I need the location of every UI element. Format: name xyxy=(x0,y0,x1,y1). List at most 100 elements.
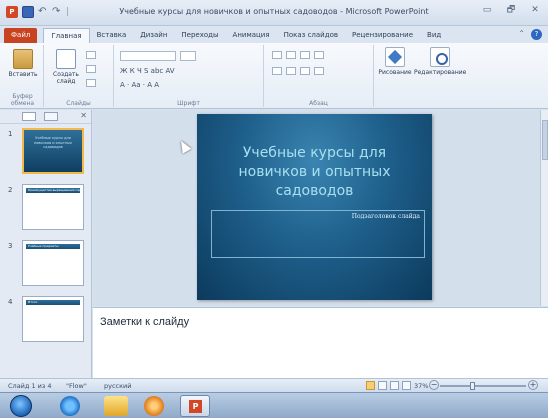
paste-button[interactable]: Вставить xyxy=(6,49,40,78)
font-size-buttons[interactable]: A · Aa · A A xyxy=(120,81,159,89)
theme-name: "Flow" xyxy=(66,382,87,390)
mouse-cursor-icon xyxy=(176,138,192,154)
columns-icon[interactable] xyxy=(314,51,324,59)
internet-explorer-icon[interactable] xyxy=(60,396,80,416)
slide-thumbnail-1[interactable]: Учебные курсы для новичков и опытных сад… xyxy=(22,128,84,174)
thumb-number: 2 xyxy=(8,186,13,194)
sorter-view-icon[interactable] xyxy=(378,381,387,390)
slide-counter: Слайд 1 из 4 xyxy=(8,382,52,390)
scrollbar-thumb[interactable] xyxy=(542,120,548,160)
powerpoint-taskbar-button[interactable]: P xyxy=(180,395,210,417)
new-slide-icon xyxy=(56,49,76,69)
tab-design[interactable]: Дизайн xyxy=(133,28,174,43)
status-bar: Слайд 1 из 4 "Flow" русский 37% − + xyxy=(0,378,548,392)
thumb-number: 4 xyxy=(8,298,13,306)
normal-view-icon[interactable] xyxy=(366,381,375,390)
justify-icon[interactable] xyxy=(314,67,324,75)
panel-close-icon[interactable]: ✕ xyxy=(80,111,87,120)
window-controls: ▭ 🗗 ✕ xyxy=(480,4,542,16)
zoom-in-button[interactable]: + xyxy=(528,380,538,390)
drawing-label: Рисование xyxy=(378,69,412,76)
zoom-slider[interactable] xyxy=(440,382,526,390)
thumb-title: Учебные предметы xyxy=(26,244,80,249)
subtitle-placeholder[interactable]: Подзаголовок слайда xyxy=(211,210,425,258)
start-button[interactable] xyxy=(10,395,32,417)
drawing-button[interactable]: Рисование xyxy=(376,47,414,76)
group-clipboard: Вставить Буфер обмена xyxy=(2,45,44,107)
tab-slideshow[interactable]: Показ слайдов xyxy=(277,28,345,43)
slideshow-view-icon[interactable] xyxy=(402,381,411,390)
maximize-button[interactable]: 🗗 xyxy=(504,4,518,16)
notes-placeholder[interactable]: Заметки к слайду xyxy=(100,316,189,328)
slides-tab-icon[interactable] xyxy=(22,112,36,121)
indent-icon[interactable] xyxy=(300,51,310,59)
vertical-scrollbar[interactable] xyxy=(540,110,548,306)
window-title: Учебные курсы для новичков и опытных сад… xyxy=(119,7,429,16)
help-icon[interactable]: ? xyxy=(531,29,542,40)
new-slide-button[interactable]: Создать слайд xyxy=(50,49,82,85)
zoom-slider-knob[interactable] xyxy=(470,382,475,390)
group-label-font: Шрифт xyxy=(177,100,200,107)
group-label-slides: Слайды xyxy=(66,100,91,107)
tab-view[interactable]: Вид xyxy=(420,28,448,43)
numbering-icon[interactable] xyxy=(286,51,296,59)
editing-label: Редактирование xyxy=(414,69,467,76)
slide-thumbnail-4[interactable]: Итоги xyxy=(22,296,84,342)
ribbon-tabs: Файл Главная Вставка Дизайн Переходы Ани… xyxy=(0,26,548,43)
group-label-clipboard: Буфер обмена xyxy=(10,93,35,107)
reset-icon[interactable] xyxy=(86,65,96,73)
font-size-select[interactable] xyxy=(180,51,196,61)
group-slides: Создать слайд Слайды xyxy=(44,45,114,107)
list-buttons xyxy=(272,51,324,59)
section-icon[interactable] xyxy=(86,79,96,87)
powerpoint-icon: P xyxy=(189,400,202,413)
align-left-icon[interactable] xyxy=(272,67,282,75)
font-family-select[interactable] xyxy=(120,51,176,61)
thumb-title: Итоги xyxy=(26,300,80,305)
slides-panel: ✕ 1 Учебные курсы для новичков и опытных… xyxy=(0,110,92,378)
file-explorer-icon[interactable] xyxy=(104,396,128,416)
paste-icon xyxy=(13,49,33,69)
tab-transitions[interactable]: Переходы xyxy=(174,28,225,43)
outline-tab-icon[interactable] xyxy=(44,112,58,121)
group-font: Ж К Ч S abc AV A · Aa · A A Шрифт xyxy=(114,45,264,107)
editing-button[interactable]: Редактирование xyxy=(414,47,466,76)
language-indicator[interactable]: русский xyxy=(104,382,132,390)
paste-label: Вставить xyxy=(8,71,38,78)
media-player-icon[interactable] xyxy=(144,396,164,416)
notes-pane[interactable]: Заметки к слайду xyxy=(93,307,548,378)
thumb-title: Преимущества выращивания садов xyxy=(26,188,80,193)
subtitle-text: Подзаголовок слайда xyxy=(351,213,420,220)
slide-small-buttons xyxy=(86,51,96,87)
tab-home[interactable]: Главная xyxy=(43,28,90,43)
ribbon: Вставить Буфер обмена Создать слайд Слай… xyxy=(0,43,548,109)
align-center-icon[interactable] xyxy=(286,67,296,75)
tab-review[interactable]: Рецензирование xyxy=(345,28,420,43)
thumb-title: Учебные курсы для новичков и опытных сад… xyxy=(33,136,72,150)
minimize-button[interactable]: ▭ xyxy=(480,4,494,16)
font-style-buttons[interactable]: Ж К Ч S abc AV xyxy=(120,67,175,75)
tab-file[interactable]: Файл xyxy=(4,28,38,43)
bullets-icon[interactable] xyxy=(272,51,282,59)
current-slide[interactable]: Учебные курсы для новичков и опытных сад… xyxy=(197,114,432,300)
minimize-ribbon-icon[interactable]: ⌃ xyxy=(518,29,525,40)
slide-thumbnail-3[interactable]: Учебные предметы xyxy=(22,240,84,286)
tab-animations[interactable]: Анимация xyxy=(226,28,277,43)
thumb-number: 3 xyxy=(8,242,13,250)
new-slide-label: Создать слайд xyxy=(53,71,79,85)
slide-thumbnail-2[interactable]: Преимущества выращивания садов xyxy=(22,184,84,230)
slide-workspace: Учебные курсы для новичков и опытных сад… xyxy=(93,110,540,306)
reading-view-icon[interactable] xyxy=(390,381,399,390)
align-right-icon[interactable] xyxy=(300,67,310,75)
slide-title[interactable]: Учебные курсы для новичков и опытных сад… xyxy=(207,144,422,201)
panel-tabs xyxy=(0,110,91,124)
ribbon-right-controls: ⌃ ? xyxy=(518,29,542,40)
title-bar: P ↶ ↷ | Учебные курсы для новичков и опы… xyxy=(0,0,548,26)
tab-insert[interactable]: Вставка xyxy=(90,28,134,43)
view-buttons xyxy=(366,381,411,390)
zoom-out-button[interactable]: − xyxy=(429,380,439,390)
zoom-level[interactable]: 37% xyxy=(414,382,428,390)
layout-icon[interactable] xyxy=(86,51,96,59)
group-label-paragraph: Абзац xyxy=(309,100,328,107)
close-button[interactable]: ✕ xyxy=(528,4,542,16)
